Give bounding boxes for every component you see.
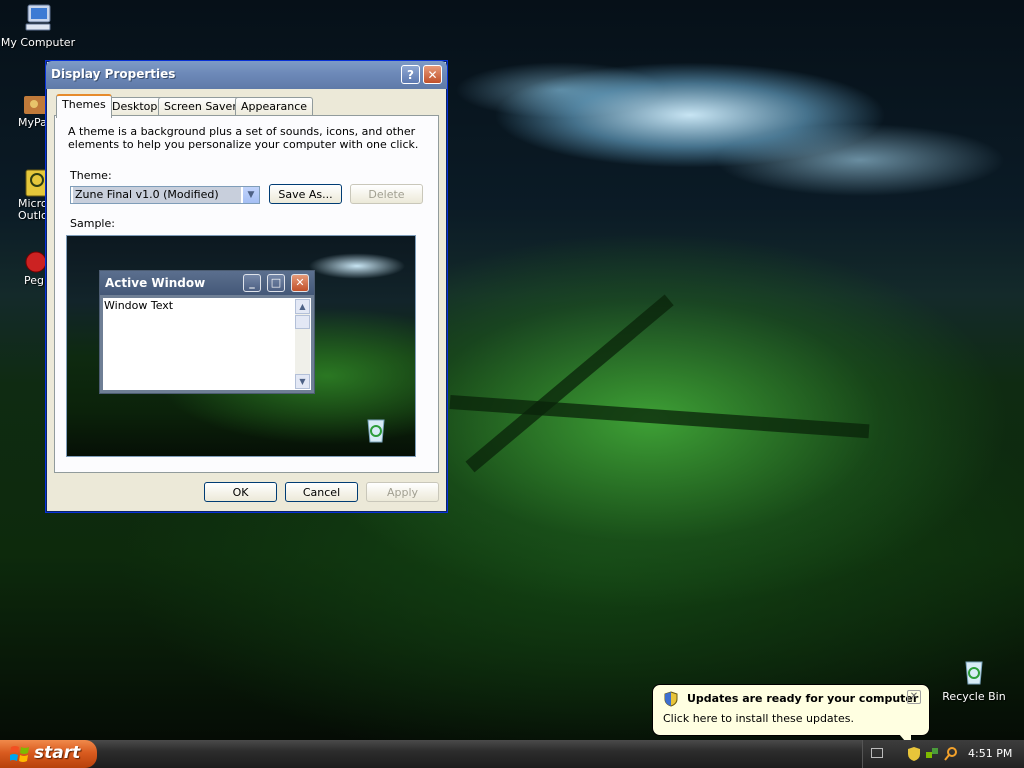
- display-properties-window[interactable]: Display Properties ? ✕ Themes Desktop Sc…: [45, 60, 448, 513]
- help-button[interactable]: ?: [401, 65, 420, 84]
- tab-desktop[interactable]: Desktop: [106, 97, 164, 116]
- network-icon[interactable]: [925, 746, 939, 762]
- desktop-icon-my-computer[interactable]: My Computer: [0, 2, 78, 49]
- keyboard-icon[interactable]: [871, 748, 883, 758]
- tab-screen-saver[interactable]: Screen Saver: [158, 97, 243, 116]
- apply-button[interactable]: Apply: [366, 482, 439, 502]
- sample-title-bar: Active Window _ □ ✕: [100, 271, 314, 295]
- scroll-down-icon: ▼: [295, 374, 310, 389]
- scroll-up-icon: ▲: [295, 299, 310, 314]
- tab-label: Appearance: [241, 100, 308, 113]
- system-tray: 4:51 PM: [862, 740, 1024, 768]
- delete-button[interactable]: Delete: [350, 184, 423, 204]
- clock[interactable]: 4:51 PM: [968, 747, 1012, 760]
- tab-appearance[interactable]: Appearance: [235, 97, 314, 116]
- maximize-icon: □: [267, 274, 285, 292]
- theme-description: A theme is a background plus a set of so…: [68, 125, 419, 151]
- sample-active-window: Active Window _ □ ✕ Window Text ▲ ▼: [99, 270, 315, 394]
- chevron-down-icon[interactable]: ▼: [243, 187, 259, 203]
- sample-window-body: Window Text ▲ ▼: [103, 298, 311, 390]
- close-icon: ✕: [427, 68, 438, 82]
- sample-window-text: Window Text: [104, 299, 174, 312]
- tab-label: Desktop: [112, 100, 158, 113]
- theme-dropdown[interactable]: Zune Final v1.0 (Modified) ▼: [70, 186, 260, 204]
- security-shield-icon[interactable]: [907, 746, 921, 762]
- desktop-icon-recycle-bin[interactable]: Recycle Bin: [934, 656, 1014, 703]
- start-label: start: [34, 743, 81, 763]
- sample-label: Sample:: [70, 217, 115, 230]
- recycle-bin-icon: [367, 419, 385, 443]
- title-bar[interactable]: Display Properties ? ✕: [46, 61, 447, 89]
- theme-selected-value: Zune Final v1.0 (Modified): [73, 187, 241, 203]
- close-icon: ✕: [291, 274, 309, 292]
- desktop-icon-label: MyPa: [18, 116, 47, 129]
- wallpaper-shadow: [465, 294, 674, 473]
- desktop-icon-label: Peg: [24, 274, 44, 287]
- sample-scrollbar: ▲ ▼: [295, 299, 310, 389]
- windows-logo-icon: [10, 746, 29, 762]
- ok-button[interactable]: OK: [204, 482, 277, 502]
- start-button[interactable]: start: [0, 740, 97, 768]
- desktop-icon-outlook[interactable]: Micros Outlo: [18, 168, 49, 222]
- themes-panel: A theme is a background plus a set of so…: [54, 115, 439, 473]
- balloon-title: Updates are ready for your computer: [687, 692, 919, 705]
- desktop-icon-label: Micros Outlo: [18, 198, 46, 222]
- tab-themes[interactable]: Themes: [56, 94, 112, 118]
- sample-window-title: Active Window: [105, 276, 206, 290]
- desktop-icon-label: Recycle Bin: [942, 690, 1006, 703]
- desktop-icon-label: My Computer: [0, 36, 76, 49]
- theme-sample-preview: Active Window _ □ ✕ Window Text ▲ ▼: [66, 235, 416, 457]
- balloon-close-button[interactable]: ✕: [907, 690, 921, 704]
- security-shield-icon: [664, 691, 678, 707]
- taskbar: start 4:51 PM: [0, 740, 1024, 768]
- scroll-thumb: [295, 315, 310, 329]
- tab-label: Themes: [62, 98, 106, 111]
- minimize-icon: _: [243, 274, 261, 292]
- save-as-button[interactable]: Save As...: [269, 184, 342, 204]
- search-icon[interactable]: [943, 746, 959, 762]
- balloon-message[interactable]: Click here to install these updates.: [663, 712, 854, 725]
- update-notification-balloon[interactable]: Updates are ready for your computer Clic…: [652, 684, 930, 748]
- cancel-button[interactable]: Cancel: [285, 482, 358, 502]
- window-title: Display Properties: [51, 67, 176, 81]
- theme-label: Theme:: [70, 169, 112, 182]
- tab-label: Screen Saver: [164, 100, 237, 113]
- recycle-bin-icon: [965, 661, 983, 685]
- close-button[interactable]: ✕: [423, 65, 442, 84]
- computer-icon: [25, 4, 51, 31]
